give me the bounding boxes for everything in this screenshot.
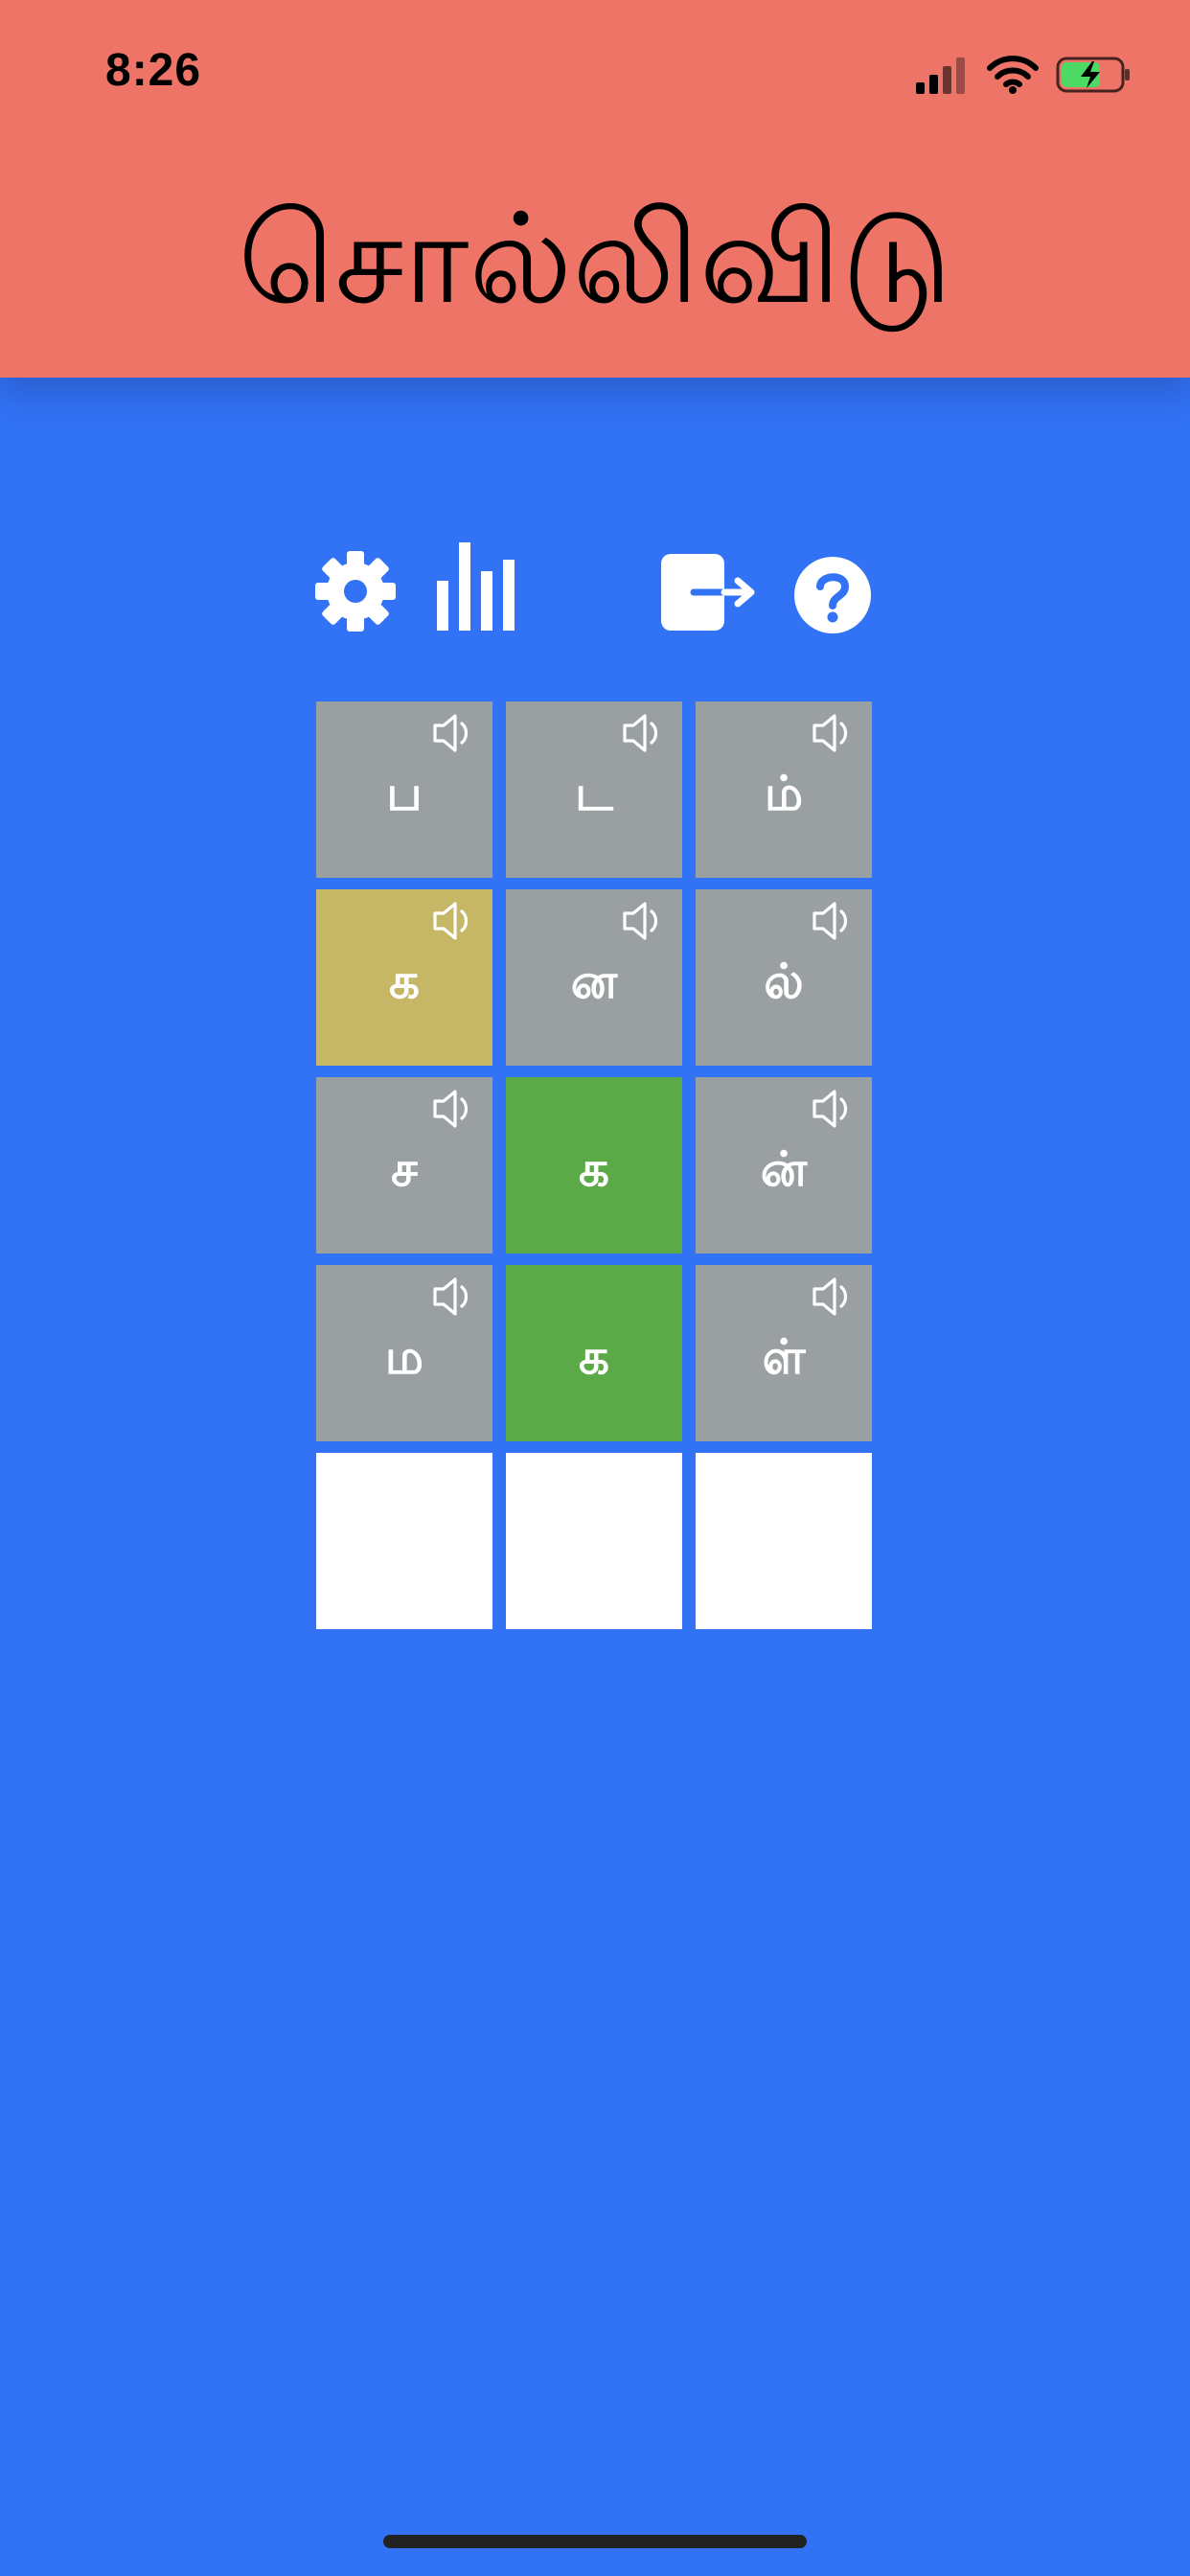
letter-tile: ம — [316, 1265, 492, 1441]
speaker-icon[interactable] — [811, 711, 858, 755]
empty-tile — [506, 1453, 682, 1629]
speaker-icon[interactable] — [811, 899, 858, 943]
wifi-icon — [987, 56, 1039, 94]
speaker-icon[interactable] — [621, 899, 669, 943]
tile-letter: ல் — [764, 953, 804, 1009]
tile-letter: ம் — [764, 765, 804, 821]
tile-letter: க — [579, 1328, 609, 1385]
tile-letter: ம — [384, 1328, 424, 1385]
tile-letter: ன் — [760, 1140, 808, 1197]
signal-icon — [916, 58, 965, 94]
exit-icon[interactable] — [661, 554, 759, 632]
stats-icon[interactable] — [437, 542, 515, 631]
tile-letter: ள் — [762, 1328, 806, 1385]
tile-letter: க — [579, 1140, 609, 1197]
status-icons — [916, 48, 1133, 102]
speaker-icon[interactable] — [431, 711, 479, 755]
letter-tile: ன — [506, 889, 682, 1066]
letter-tile: க — [316, 889, 492, 1066]
speaker-icon[interactable] — [811, 1087, 858, 1131]
tile-letter: ச — [391, 1140, 418, 1197]
home-indicator — [383, 2535, 807, 2548]
speaker-icon[interactable] — [431, 1275, 479, 1319]
letter-tile: ப — [316, 702, 492, 878]
empty-tile — [316, 1453, 492, 1629]
letter-tile: ம் — [696, 702, 872, 878]
letter-tile: ன் — [696, 1077, 872, 1254]
tile-letter: ன — [570, 953, 618, 1009]
empty-tile — [696, 1453, 872, 1629]
speaker-icon[interactable] — [811, 1275, 858, 1319]
speaker-icon[interactable] — [431, 1087, 479, 1131]
letter-tile: ள் — [696, 1265, 872, 1441]
speaker-icon[interactable] — [621, 711, 669, 755]
letter-tile: ட — [506, 702, 682, 878]
letter-tile: ல் — [696, 889, 872, 1066]
gear-icon[interactable] — [314, 550, 397, 632]
help-icon[interactable] — [793, 556, 872, 634]
tile-letter: ட — [575, 765, 613, 821]
tile-letter: க — [389, 953, 420, 1009]
app-header: 8:26 சொல்லிவிடு — [0, 0, 1190, 378]
letter-tile: க — [506, 1265, 682, 1441]
status-time: 8:26 — [105, 45, 202, 96]
battery-charging-icon — [1056, 57, 1130, 93]
speaker-icon[interactable] — [431, 899, 479, 943]
letter-tile: க — [506, 1077, 682, 1254]
tile-letter: ப — [386, 765, 423, 821]
letter-tile: ச — [316, 1077, 492, 1254]
app-title: சொல்லிவிடு — [238, 186, 952, 332]
